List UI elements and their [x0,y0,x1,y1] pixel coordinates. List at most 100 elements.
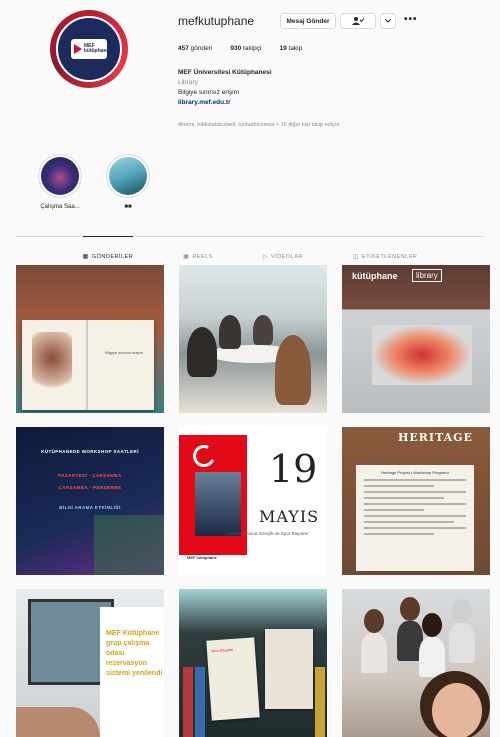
post-thumbnail[interactable]: kütüphane library [342,265,490,413]
suggested-dropdown-button[interactable] [380,13,396,29]
mef-logo: MEF kütüphane [71,39,110,59]
tab-label: ETİKETLENENLER [362,253,418,260]
selfie-face [432,683,482,737]
date-month: MAYIS [259,507,320,526]
book-illustration [32,332,72,397]
student-figure [219,315,241,349]
highlight-cover-hourglass [41,157,79,195]
holiday-subtitle: Atatürk'ü Anma Gençlik ve Spor Bayramı [227,531,309,536]
text-line [364,509,424,511]
post-thumbnail[interactable] [342,589,490,737]
bio-category: Library [178,79,198,86]
video-icon: ▷ [262,254,269,260]
student-figure [253,315,273,345]
person-head [452,599,472,623]
library-sign-text: library [412,269,442,282]
post-thumbnail[interactable]: MEF Kütüphane grup çalışma odası rezerva… [16,589,164,737]
book-gutter [86,320,88,410]
post-thumbnail[interactable]: KÜTÜPHANEDE WORKSHOP SAATLERİ PAZARTESİ … [16,427,164,575]
date-number: 19 [269,447,318,491]
person-body [449,623,475,663]
ataturk-portrait [195,472,241,536]
highlight-cover-library [109,157,147,195]
highlight-ring [106,154,150,198]
logo-text: MEF kütüphane [84,43,110,54]
text-line [364,479,466,481]
person-body [361,633,387,673]
tab-posts[interactable]: ▦ GÖNDERİLER [82,236,134,267]
hand-image [16,707,100,737]
poster-line: PAZARTESİ - ÇARŞAMBA [58,473,122,478]
post-thumbnail[interactable]: Yeni Kitaplar [179,589,327,737]
post-thumbnail[interactable]: 19 MAYIS Atatürk'ü Anma Gençlik ve Spor … [179,427,327,575]
tag-icon: ◫ [352,254,360,260]
following-button[interactable] [340,13,376,29]
text-line [364,485,434,487]
profile-bio: MEF Üniversitesi Kütüphanesi Library Bil… [178,68,272,108]
followed-by-text[interactable]: dinemi, hdikstatabulaeli, tunbatbicomna … [178,122,340,128]
tab-reels[interactable]: ▣ REELS [183,237,213,267]
highlight-label: Çalışma Saa... [40,204,80,210]
book-cover: Yeni Kitaplar [206,637,260,721]
grid-icon: ▦ [82,254,89,260]
book-cover [265,629,313,709]
profile-username: mefkutuphane [178,14,255,28]
text-line [364,497,444,499]
program-document: Heritage Projesi • Workshop Programı [356,465,474,571]
poster-line: KÜTÜPHANEDE WORKSHOP SAATLERİ [41,449,139,454]
avatar-inner: MEF kütüphane [56,16,122,82]
story-highlight[interactable]: ■■ [103,154,153,210]
logo-triangle-icon [74,44,82,54]
text-line [364,521,454,523]
poster-line: BİLGİ ARAMA ETKİNLİĞİ [59,505,121,510]
profile-avatar[interactable]: MEF kütüphane [50,10,128,88]
document-title: Heritage Projesi • Workshop Programı [381,470,449,475]
tab-tagged[interactable]: ◫ ETİKETLENENLER [353,237,417,267]
bio-name: MEF Üniversitesi Kütüphanesi [178,69,272,76]
post-thumbnail[interactable]: HERITAGE Heritage Projesi • Workshop Pro… [342,427,490,575]
book-spine [183,667,193,737]
open-book-image: Bilgiye sınırsız erişim [22,320,154,410]
highlight-label: ■■ [124,204,132,210]
posts-grid: Bilgiye sınırsız erişim kütüphane librar… [16,265,490,737]
reels-icon: ▣ [183,254,190,260]
bio-text: Bilgiye sınırsız erişim [178,89,240,96]
text-line [364,533,434,535]
poster-photo [94,515,164,575]
library-sign-text: kütüphane [352,271,398,281]
poster-line: ÇARŞAMBA - PERŞEMBE [58,485,122,490]
book-spine [195,667,205,737]
person-head [422,613,442,637]
chevron-down-icon [385,19,391,23]
person-check-icon [352,17,364,25]
text-line [364,491,466,493]
interior-image [372,325,472,385]
more-options-icon[interactable]: ••• [404,14,418,25]
post-thumbnail[interactable] [179,265,327,413]
tab-label: VİDEOLAR [271,253,303,260]
bio-link[interactable]: library.mef.edu.tr [178,98,272,108]
book-title: Yeni Kitaplar [210,646,234,654]
tab-videos[interactable]: ▷ VİDEOLAR [263,237,303,267]
tab-label: REELS [192,253,213,260]
story-highlight[interactable]: Çalışma Saa... [35,154,85,210]
post-thumbnail[interactable]: Bilgiye sınırsız erişim [16,265,164,413]
stat-followers[interactable]: 930 takipçi [230,45,261,52]
announcement-text: MEF Kütüphane grup çalışma odası rezerva… [106,630,163,677]
text-line [364,503,466,505]
highlight-ring [38,154,82,198]
student-figure [187,327,217,377]
profile-tabs: ▦ GÖNDERİLER ▣ REELS ▷ VİDEOLAR ◫ ETİKET… [16,236,484,267]
text-line [364,515,466,517]
person-head [364,609,384,633]
message-button[interactable]: Mesaj Gönder [280,13,336,29]
text-line [364,527,466,529]
stat-following[interactable]: 19 takip [279,45,302,52]
brand-logo-text: MEF kütüphane [187,555,217,560]
person-body [419,637,445,677]
book-page-text: Bilgiye sınırsız erişim [105,350,143,355]
announcement-panel: MEF Kütüphane grup çalışma odası rezerva… [100,607,164,737]
stat-posts[interactable]: 457 gönderi [178,45,212,52]
tab-label: GÖNDERİLER [91,253,134,260]
student-figure [275,335,311,405]
